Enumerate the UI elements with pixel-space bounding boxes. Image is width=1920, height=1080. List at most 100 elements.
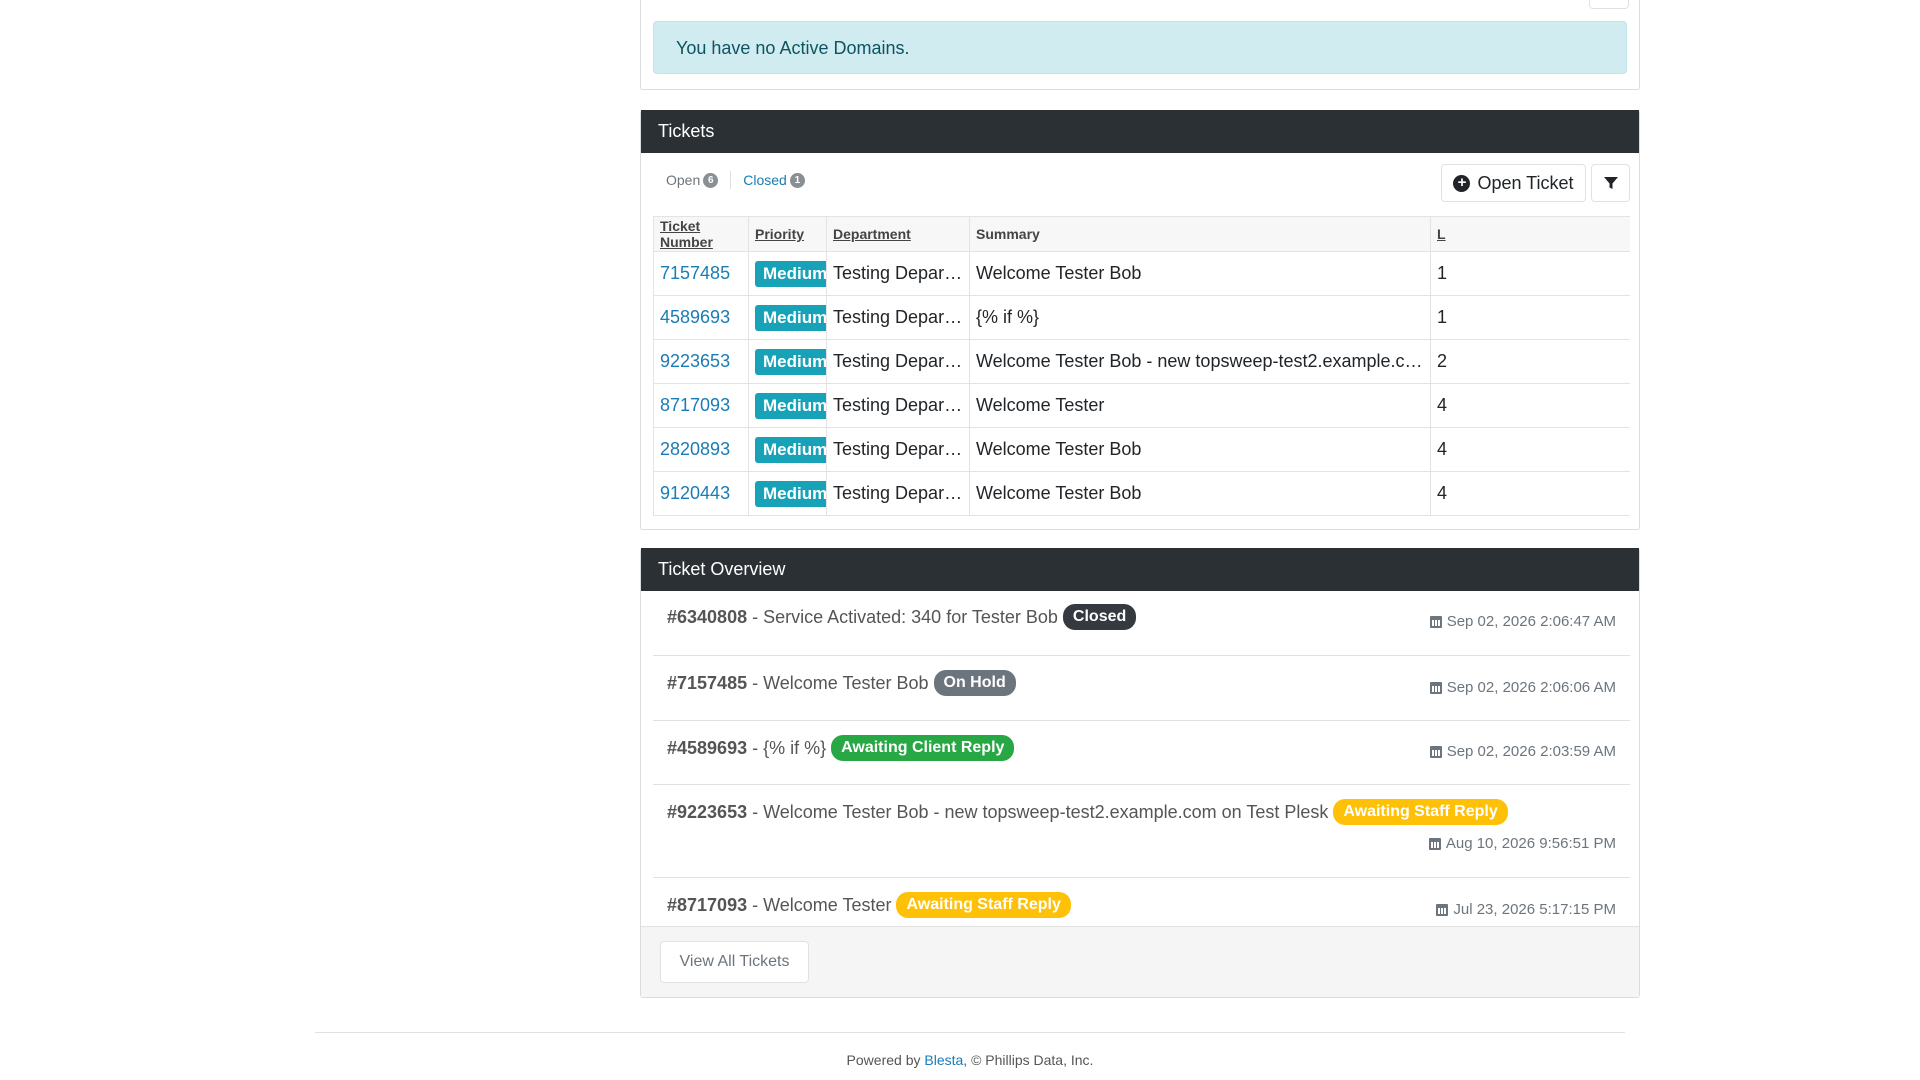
tickets-panel: Tickets Open 6 Closed 1 + Open Ticket Ti… (640, 110, 1640, 530)
priority-badge: Medium (755, 480, 827, 507)
footer-suffix: , © Phillips Data, Inc. (963, 1052, 1094, 1068)
tab-open-count: 6 (703, 172, 719, 188)
overview-ticket-text: - Welcome Tester Bob (747, 672, 929, 693)
table-row: 2820893 Medium Testing Department Welcom… (653, 427, 1630, 472)
ticket-number-link[interactable]: 8717093 (660, 395, 730, 415)
page-footer: Powered by Blesta, © Phillips Data, Inc. (0, 1052, 1920, 1068)
last-reply-cell: 1 (1430, 251, 1630, 296)
table-row: 7157485 Medium Testing Department Welcom… (653, 251, 1630, 296)
overview-date: Sep 02, 2026 2:06:06 AM (1446, 679, 1616, 696)
list-item[interactable]: #6340808 - Service Activated: 340 for Te… (653, 591, 1630, 656)
filter-button[interactable] (1591, 164, 1630, 202)
priority-badge: Medium (755, 348, 827, 375)
list-item[interactable]: #7157485 - Welcome Tester Bob On Hold Se… (653, 656, 1630, 721)
overview-date: Sep 02, 2026 2:03:59 AM (1446, 743, 1616, 760)
last-reply-cell: 1 (1430, 295, 1630, 340)
tab-open[interactable]: Open 6 (666, 172, 719, 188)
status-badge: Awaiting Staff Reply (1333, 799, 1508, 825)
column-department[interactable]: Department (826, 216, 970, 252)
ticket-number-link[interactable]: 4589693 (660, 307, 730, 327)
footer-prefix: Powered by (846, 1052, 925, 1068)
calendar-icon (1436, 903, 1449, 916)
column-summary: Summary (969, 216, 1431, 252)
table-row: 9120443 Medium Testing Department Welcom… (653, 471, 1630, 516)
priority-badge: Medium (755, 260, 827, 287)
overview-ticket-number: #6340808 (667, 606, 748, 627)
domains-action-button[interactable] (1589, 0, 1629, 9)
overview-ticket-number: #4589693 (667, 737, 748, 758)
last-reply-cell: 4 (1430, 427, 1630, 472)
tickets-table: Ticket Number Priority Department Summar… (653, 216, 1630, 516)
ticket-overview-footer: View All Tickets (641, 926, 1639, 997)
tab-open-label: Open (666, 172, 701, 188)
tab-closed-count: 1 (789, 172, 805, 188)
calendar-icon (1429, 745, 1442, 758)
overview-date: Sep 02, 2026 2:06:47 AM (1446, 613, 1616, 630)
domains-panel: You have no Active Domains. (640, 0, 1640, 90)
table-row: 4589693 Medium Testing Department {% if … (653, 295, 1630, 340)
overview-ticket-text: - {% if %} (747, 737, 827, 758)
priority-badge: Medium (755, 392, 827, 419)
footer-divider (315, 1032, 1625, 1033)
blesta-link[interactable]: Blesta (924, 1052, 963, 1068)
priority-badge: Medium (755, 304, 827, 331)
status-badge: Awaiting Staff Reply (896, 892, 1071, 918)
calendar-icon (1428, 837, 1441, 850)
tickets-table-wrapper: Ticket Number Priority Department Summar… (653, 216, 1630, 516)
status-badge: Closed (1062, 604, 1137, 630)
calendar-icon (1429, 681, 1442, 694)
priority-badge: Medium (755, 436, 827, 463)
overview-ticket-text: - Service Activated: 340 for Tester Bob (747, 606, 1058, 627)
list-item[interactable]: #9223653 - Welcome Tester Bob - new tops… (653, 785, 1630, 878)
department-cell: Testing Department (826, 295, 970, 340)
view-all-tickets-button[interactable]: View All Tickets (660, 941, 809, 983)
department-cell: Testing Department (826, 339, 970, 384)
filter-icon (1603, 177, 1618, 189)
last-reply-cell: 2 (1430, 339, 1630, 384)
overview-ticket-number: #8717093 (667, 894, 748, 915)
summary-cell: Welcome Tester Bob - new topsweep-test2.… (969, 339, 1431, 384)
last-reply-cell: 4 (1430, 383, 1630, 428)
department-cell: Testing Department (826, 383, 970, 428)
plus-circle-icon: + (1453, 174, 1471, 192)
ticket-overview-heading: Ticket Overview (641, 548, 1639, 591)
overview-date: Jul 23, 2026 5:17:15 PM (1453, 901, 1616, 918)
department-cell: Testing Department (826, 251, 970, 296)
open-ticket-button[interactable]: + Open Ticket (1441, 164, 1586, 202)
list-item[interactable]: #4589693 - {% if %} Awaiting Client Repl… (653, 721, 1630, 785)
summary-cell: Welcome Tester Bob (969, 251, 1431, 296)
status-badge: On Hold (933, 670, 1016, 696)
ticket-overview-panel: Ticket Overview #6340808 - Service Activ… (640, 548, 1640, 998)
ticket-number-link[interactable]: 7157485 (660, 263, 730, 283)
tab-divider (730, 171, 732, 189)
table-row: 9223653 Medium Testing Department Welcom… (653, 339, 1630, 384)
overview-ticket-number: #9223653 (667, 801, 748, 822)
summary-cell: {% if %} (969, 295, 1431, 340)
column-ticket-number[interactable]: Ticket Number (653, 216, 749, 252)
tab-closed[interactable]: Closed 1 (743, 172, 805, 188)
ticket-status-tabs: Open 6 Closed 1 (666, 171, 805, 189)
department-cell: Testing Department (826, 427, 970, 472)
tab-closed-label: Closed (743, 172, 787, 188)
summary-cell: Welcome Tester Bob (969, 471, 1431, 516)
department-cell: Testing Department (826, 471, 970, 516)
overview-ticket-number: #7157485 (667, 672, 748, 693)
column-last-reply[interactable]: L (1430, 216, 1630, 252)
no-domains-alert: You have no Active Domains. (653, 21, 1627, 74)
ticket-number-link[interactable]: 9223653 (660, 351, 730, 371)
summary-cell: Welcome Tester (969, 383, 1431, 428)
table-row: 8717093 Medium Testing Department Welcom… (653, 383, 1630, 428)
summary-cell: Welcome Tester Bob (969, 427, 1431, 472)
overview-ticket-text: - Welcome Tester (747, 894, 892, 915)
tickets-table-header: Ticket Number Priority Department Summar… (653, 216, 1630, 252)
open-ticket-label: Open Ticket (1477, 172, 1574, 193)
overview-ticket-text: - Welcome Tester Bob - new topsweep-test… (747, 801, 1329, 822)
calendar-icon (1429, 615, 1442, 628)
ticket-number-link[interactable]: 2820893 (660, 439, 730, 459)
last-reply-cell: 4 (1430, 471, 1630, 516)
ticket-number-link[interactable]: 9120443 (660, 483, 730, 503)
overview-date: Aug 10, 2026 9:56:51 PM (1445, 835, 1616, 852)
status-badge: Awaiting Client Reply (831, 735, 1015, 761)
column-priority[interactable]: Priority (748, 216, 827, 252)
tickets-heading: Tickets (641, 110, 1639, 153)
